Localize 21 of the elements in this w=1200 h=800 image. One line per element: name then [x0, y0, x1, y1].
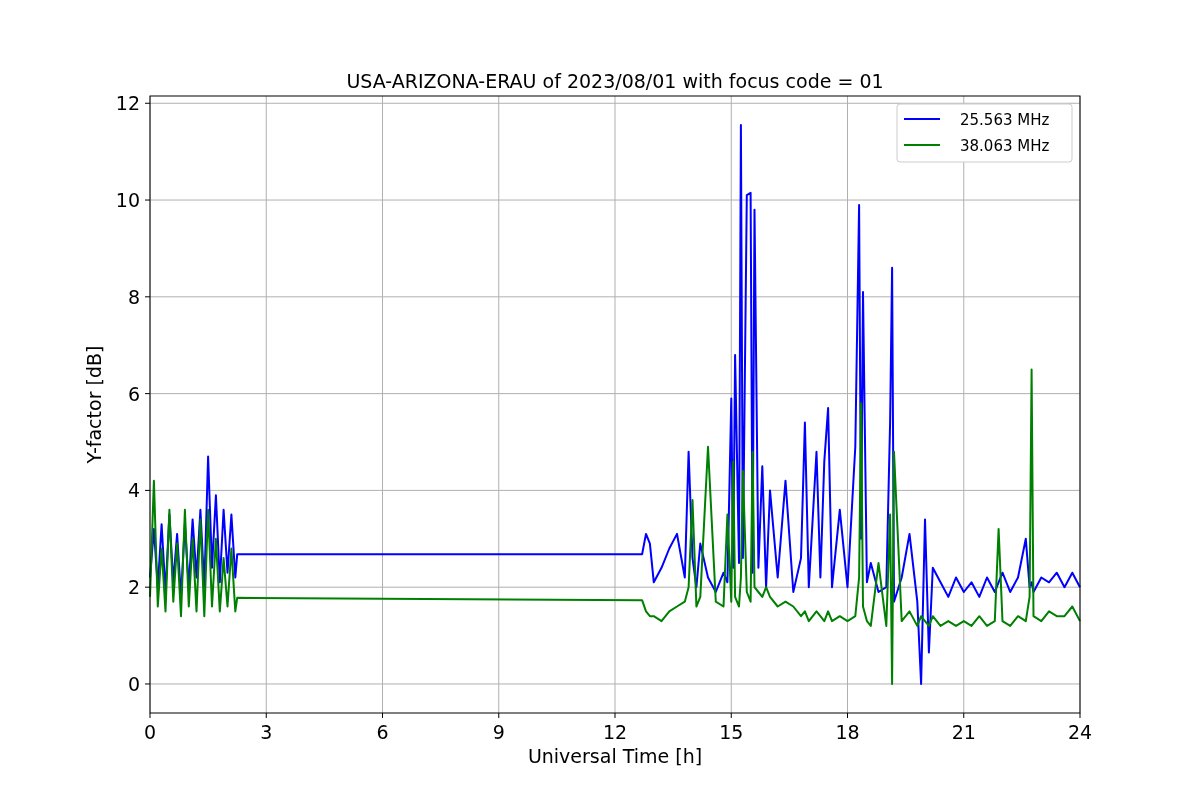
x-tick-label: 6: [376, 721, 389, 743]
y-axis-label: Y-factor [dB]: [83, 345, 105, 464]
x-tick-label: 21: [951, 721, 976, 743]
x-tick-label: 3: [260, 721, 273, 743]
y-tick-label: 0: [127, 672, 140, 695]
chart-title: USA-ARIZONA-ERAU of 2023/08/01 with focus code = 01: [346, 70, 884, 92]
x-tick-label: 12: [602, 721, 628, 743]
y-tick-label: 10: [115, 189, 140, 212]
x-tick-label: 0: [143, 721, 157, 743]
x-axis-label: Universal Time [h]: [527, 745, 703, 767]
y-tick-label: 2: [127, 576, 140, 599]
y-tick-label: 6: [127, 382, 140, 405]
x-tick-label: 24: [1067, 721, 1093, 743]
y-tick-label: 4: [127, 479, 140, 502]
y-tick-label: 12: [115, 92, 140, 115]
y-tick-label: 8: [127, 285, 140, 308]
x-tick-label: 15: [719, 721, 744, 743]
x-tick-label: 9: [492, 721, 505, 743]
legend-label: 25.563 MHz: [960, 111, 1050, 129]
x-tick-label: 18: [835, 721, 860, 743]
legend-label: 38.063 MHz: [960, 137, 1050, 155]
